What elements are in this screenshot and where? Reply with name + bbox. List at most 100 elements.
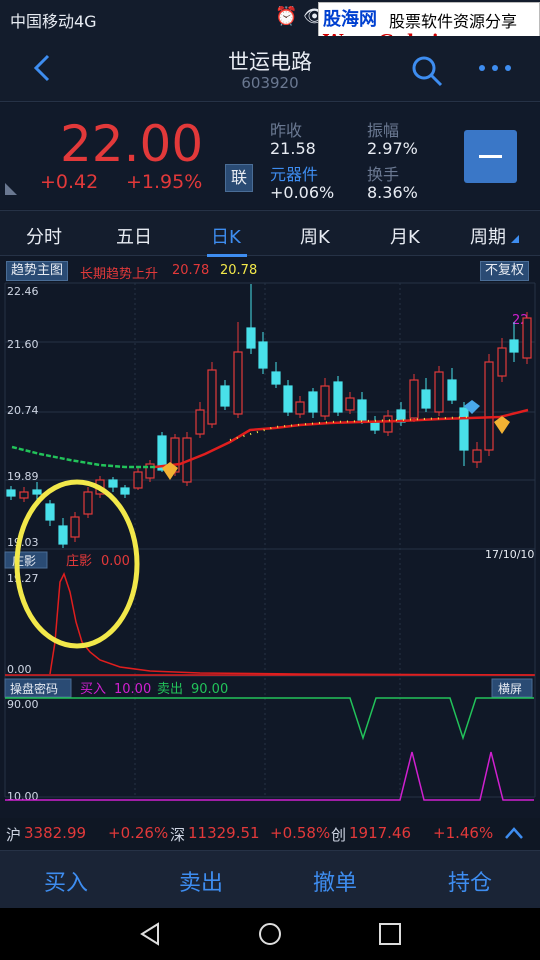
candle-body bbox=[32, 489, 42, 495]
home-circle-icon[interactable] bbox=[258, 922, 282, 946]
index-sz-name: 深 bbox=[170, 826, 186, 844]
sub1-value: 0.00 bbox=[101, 554, 130, 569]
sector-link[interactable]: 元器件 bbox=[270, 161, 318, 185]
candle-body bbox=[383, 415, 393, 433]
candle-body bbox=[246, 327, 256, 349]
sub2-sell-label: 卖出 bbox=[157, 682, 183, 697]
title-bar: 世运电路 603920 bbox=[0, 36, 540, 102]
price-change: +0.42 bbox=[40, 171, 99, 193]
remove-watchlist-button[interactable] bbox=[464, 130, 517, 183]
candle-body bbox=[447, 379, 457, 401]
position-button[interactable]: 持仓 bbox=[448, 865, 492, 897]
candle-body bbox=[19, 491, 29, 499]
lian-button[interactable]: 联 bbox=[225, 164, 253, 192]
candle-body bbox=[45, 503, 55, 521]
cancel-order-button[interactable]: 撤单 bbox=[313, 865, 357, 897]
sub2-y-tick-0: 90.00 bbox=[7, 698, 39, 711]
candle-body bbox=[320, 385, 330, 417]
corner-triangle-icon bbox=[5, 183, 17, 195]
candle-body bbox=[370, 421, 380, 431]
more-dots-icon bbox=[479, 65, 511, 71]
chart-header: 趋势主图 长期趋势上升 20.78 20.78 不复权 bbox=[0, 258, 540, 282]
candle-body bbox=[108, 479, 118, 488]
candlesticks bbox=[6, 284, 532, 548]
kline-chart-area[interactable]: 22.46 21.60 20.74 19.89 19.03 22 17/10/1… bbox=[0, 282, 540, 818]
back-triangle-icon[interactable] bbox=[138, 922, 162, 946]
candle-body bbox=[308, 391, 318, 413]
candle-body bbox=[120, 487, 130, 495]
restore-rights-button[interactable]: 不复权 bbox=[480, 261, 530, 281]
candle-body bbox=[409, 379, 419, 419]
trend-line-green bbox=[11, 445, 155, 469]
candle-body bbox=[522, 317, 532, 359]
search-button[interactable] bbox=[410, 54, 444, 88]
more-button[interactable] bbox=[470, 58, 520, 78]
landscape-button-label: 横屏 bbox=[498, 682, 522, 696]
sub2-buy-label: 买入 bbox=[80, 682, 106, 697]
stock-name: 世运电路 bbox=[228, 50, 312, 74]
y-tick-0: 22.46 bbox=[7, 285, 39, 298]
chart-grid bbox=[4, 282, 536, 798]
system-nav-bar bbox=[0, 908, 540, 960]
sell-line bbox=[5, 697, 534, 741]
sub2-y-tick-1: 10.00 bbox=[7, 790, 39, 803]
period-tabs: 分时 五日 日K 周K 月K 周期 bbox=[0, 210, 540, 257]
market-index-bar[interactable]: 沪 3382.99 +0.26% 深 11329.51 +0.58% 创 191… bbox=[0, 818, 540, 850]
candle-body bbox=[207, 369, 217, 425]
index-cy-value: 1917.46 bbox=[349, 824, 412, 842]
candle-body bbox=[421, 389, 431, 409]
tab-five-day[interactable]: 五日 bbox=[116, 223, 152, 249]
candle-body bbox=[6, 489, 16, 497]
amplitude-label: 振幅 bbox=[367, 121, 400, 140]
turnover-value: 8.36% bbox=[367, 183, 418, 202]
tab-weekly-k[interactable]: 周K bbox=[300, 223, 330, 249]
sub2-sell-value: 90.00 bbox=[191, 682, 228, 697]
tab-period[interactable]: 周期 bbox=[470, 223, 506, 249]
candle-body bbox=[195, 409, 205, 435]
tab-daily-k[interactable]: 日K bbox=[211, 223, 241, 249]
sub1-y-tick-0: 19.27 bbox=[7, 572, 39, 585]
index-sh-value: 3382.99 bbox=[24, 824, 87, 842]
watermark-line1-left: 股海网 bbox=[323, 9, 377, 30]
candle-body bbox=[472, 449, 482, 463]
candle-body bbox=[58, 525, 68, 545]
trend-value: 20.78 bbox=[172, 263, 210, 278]
index-cy-change: +1.46% bbox=[433, 824, 494, 842]
candle-body bbox=[220, 385, 230, 407]
tab-monthly-k[interactable]: 月K bbox=[390, 223, 420, 249]
candle-body bbox=[258, 341, 268, 369]
index-sz-change: +0.58% bbox=[270, 824, 331, 842]
candle-body bbox=[333, 381, 343, 413]
amplitude-value: 2.97% bbox=[367, 139, 418, 158]
y-tick-4: 19.03 bbox=[7, 536, 39, 549]
date-label: 17/10/10 bbox=[485, 548, 534, 561]
chevron-up-icon[interactable] bbox=[504, 826, 524, 840]
prev-close-label: 昨收 bbox=[270, 121, 303, 140]
candle-body bbox=[283, 385, 293, 413]
candle-body bbox=[345, 397, 355, 411]
price-change-percent: +1.95% bbox=[126, 171, 203, 193]
trade-bar: 买入 卖出 撤单 持仓 bbox=[0, 850, 540, 908]
buy-button[interactable]: 买入 bbox=[44, 865, 88, 897]
y-tick-1: 21.60 bbox=[7, 338, 39, 351]
back-button[interactable] bbox=[28, 50, 60, 86]
main-indicator-button[interactable]: 趋势主图 bbox=[6, 261, 69, 281]
index-sz-value: 11329.51 bbox=[188, 824, 260, 842]
recents-square-icon[interactable] bbox=[378, 922, 402, 946]
index-sh-change: +0.26% bbox=[108, 824, 169, 842]
candle-body bbox=[271, 371, 281, 385]
active-tab-indicator bbox=[207, 254, 247, 257]
sell-button[interactable]: 卖出 bbox=[179, 865, 223, 897]
buy-line bbox=[5, 751, 534, 801]
sub1-label: 庄影 bbox=[66, 553, 92, 569]
current-price: 22.00 bbox=[60, 115, 204, 173]
watermark-line1-right: 股票软件资源分享 bbox=[389, 12, 518, 31]
trend-label: 长期趋势上升 bbox=[80, 267, 159, 282]
carrier-label: 中国移动4G bbox=[10, 12, 97, 31]
zhuangying-curve bbox=[49, 572, 535, 676]
tab-intraday[interactable]: 分时 bbox=[26, 223, 62, 249]
sub2-button-label: 操盘密码 bbox=[10, 681, 58, 696]
stock-code: 603920 bbox=[241, 74, 299, 92]
candle-body bbox=[484, 361, 494, 451]
ma-value: 20.78 bbox=[220, 263, 258, 278]
